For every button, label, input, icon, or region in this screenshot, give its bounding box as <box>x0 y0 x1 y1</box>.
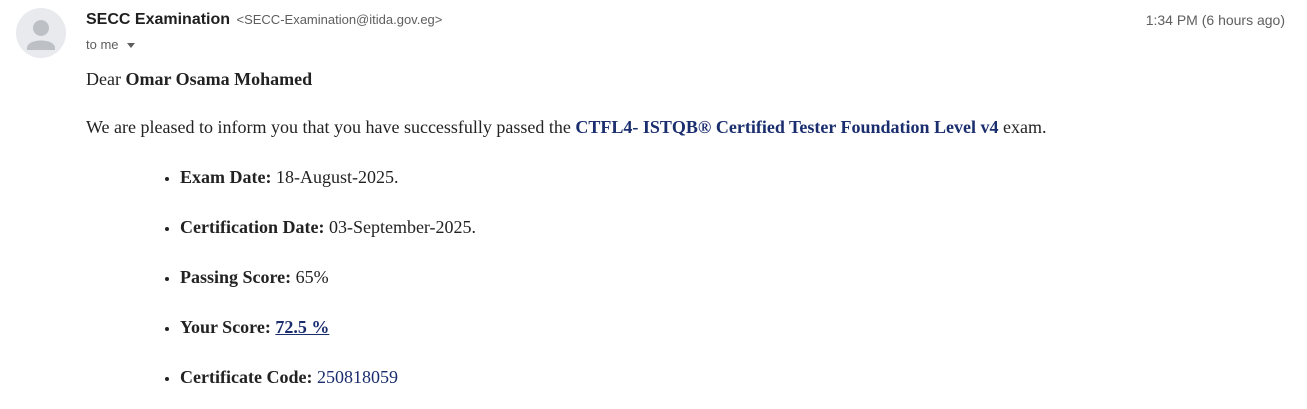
email-timestamp: 1:34 PM (6 hours ago) <box>1145 12 1285 28</box>
exam-date-value: 18-August-2025. <box>275 167 399 187</box>
certificate-code-value: 250818059 <box>316 367 398 387</box>
email-body: Dear Omar Osama Mohamed We are pleased t… <box>86 67 1287 409</box>
exam-name: CTFL4- ISTQB® Certified Tester Foundatio… <box>575 117 999 137</box>
your-score-link[interactable]: 72.5 % <box>275 317 329 337</box>
recipient-details[interactable]: to me <box>86 35 135 55</box>
certificate-code-label: Certificate Code: <box>180 367 313 387</box>
passing-score-item: Passing Score: 65% <box>180 265 1287 289</box>
exam-date-item: Exam Date: 18-August-2025. <box>180 165 1287 189</box>
your-score-item: Your Score: 72.5 % <box>180 315 1287 339</box>
certification-date-item: Certification Date: 03-September-2025. <box>180 215 1287 239</box>
exam-date-label: Exam Date: <box>180 167 272 187</box>
intro-prefix: We are pleased to inform you that you ha… <box>86 117 576 137</box>
sender-avatar[interactable] <box>16 8 66 58</box>
recipient-name: Omar Osama Mohamed <box>125 69 313 89</box>
chevron-down-icon[interactable] <box>126 42 135 48</box>
greeting: Dear Omar Osama Mohamed <box>86 67 1287 91</box>
passing-score-label: Passing Score: <box>180 267 292 287</box>
recipient-label: to me <box>86 37 119 52</box>
passing-score-value: 65% <box>295 267 329 287</box>
sender-name[interactable]: SECC Examination <box>86 11 230 28</box>
sender-email: <SECC-Examination@itida.gov.eg> <box>236 12 443 27</box>
intro-paragraph: We are pleased to inform you that you ha… <box>86 115 1287 139</box>
intro-suffix: exam. <box>998 117 1047 137</box>
certification-date-value: 03-September-2025. <box>328 217 477 237</box>
certificate-code-item: Certificate Code: 250818059 <box>180 365 1287 389</box>
email-message: SECC Examination <SECC-Examination@itida… <box>0 0 1307 409</box>
exam-details-list: Exam Date: 18-August-2025. Certification… <box>86 165 1287 389</box>
greeting-prefix: Dear <box>86 69 126 89</box>
certification-date-label: Certification Date: <box>180 217 325 237</box>
sender-line: SECC Examination <SECC-Examination@itida… <box>86 10 442 30</box>
your-score-label: Your Score: <box>180 317 271 337</box>
person-icon <box>27 20 55 50</box>
